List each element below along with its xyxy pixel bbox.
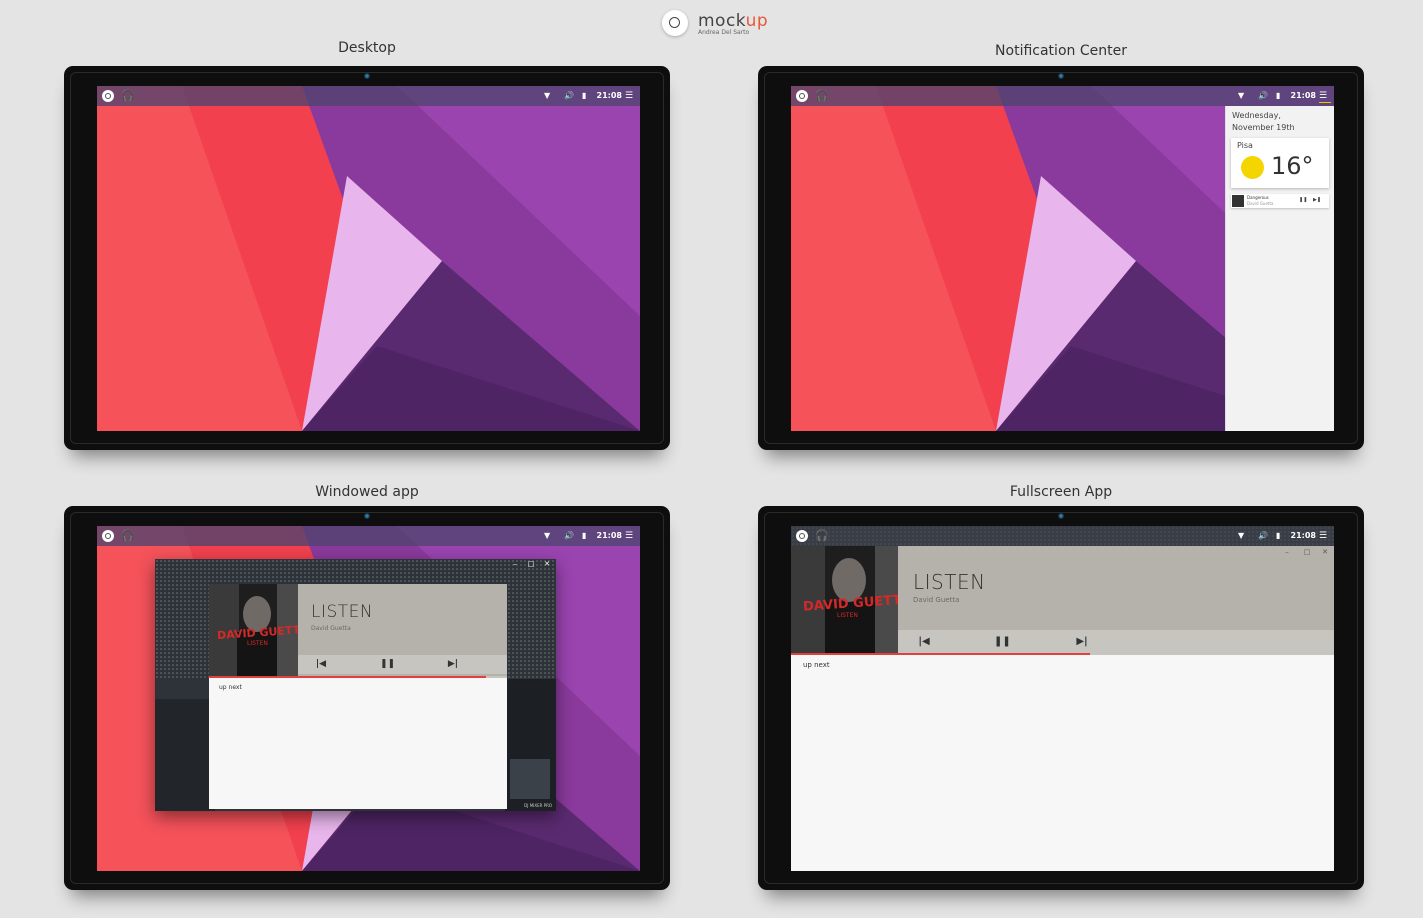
music-app-fullscreen: DAVID GUETTA LISTEN – □ ✕ LISTEN David G…: [791, 546, 1334, 871]
queue-panel: up next: [209, 678, 507, 809]
volume-icon[interactable]: 🔊: [1258, 530, 1270, 542]
screen-desktop: 🎧 ▼ 🔊 ▮ 21:08 ☰: [97, 86, 640, 431]
screen-fullscreen: 🎧 ▼ 🔊 ▮ 21:08 ☰ DAVID GUETTA LISTEN – □ …: [791, 526, 1334, 871]
pause-icon[interactable]: ❚❚: [1299, 197, 1307, 203]
skip-previous-icon[interactable]: |◀: [916, 636, 932, 647]
home-button[interactable]: [102, 530, 114, 542]
tablet-desktop: 🎧 ▼ 🔊 ▮ 21:08 ☰: [64, 66, 670, 450]
date-display: Wednesday, November 19th: [1232, 111, 1295, 132]
camera-icon: [1058, 513, 1064, 519]
sun-icon: [1241, 156, 1264, 179]
track-title: LISTEN: [311, 602, 374, 622]
music-widget[interactable]: Dangerous David Guetta ❚❚ ▶❚: [1231, 194, 1329, 208]
album-art: DAVID GUETTA LISTEN: [209, 584, 298, 676]
player-header: DAVID GUETTA LISTEN – □ ✕ LISTEN David G…: [791, 546, 1334, 654]
camera-icon: [364, 513, 370, 519]
minimize-button[interactable]: –: [508, 560, 522, 569]
brand-author: Andrea Del Sarto: [698, 29, 750, 36]
volume-icon[interactable]: 🔊: [564, 530, 576, 542]
weather-widget[interactable]: Pisa 16°: [1231, 138, 1329, 188]
caption-desktop: Desktop: [338, 40, 396, 56]
screen-notification: 🎧 ▼ 🔊 ▮ 21:08 ☰ Wednesday, November 19th…: [791, 86, 1334, 431]
tablet-notification-center: 🎧 ▼ 🔊 ▮ 21:08 ☰ Wednesday, November 19th…: [758, 66, 1364, 450]
minimize-button[interactable]: –: [1280, 548, 1294, 557]
mockup-logo: mockup Andrea Del Sarto: [660, 8, 780, 38]
track-artist: David Guetta: [913, 596, 960, 604]
caption-windowed-app: Windowed app: [315, 484, 419, 500]
album-art-subtitle: LISTEN: [247, 640, 268, 647]
brand-name: mockup: [698, 11, 769, 31]
notification-panel: Wednesday, November 19th Pisa 16° Danger…: [1225, 106, 1334, 431]
top-bar: 🎧 ▼ 🔊 ▮ 21:08 ☰: [791, 86, 1334, 106]
wifi-icon[interactable]: ▼: [1238, 530, 1250, 542]
up-next-label: up next: [803, 661, 830, 669]
caption-fullscreen-app: Fullscreen App: [1009, 484, 1113, 500]
track-artist: David Guetta: [311, 625, 351, 632]
pause-icon[interactable]: ❚❚: [380, 659, 395, 669]
camera-icon: [364, 73, 370, 79]
headphones-icon[interactable]: 🎧: [815, 530, 829, 542]
queue-panel: up next: [791, 655, 1334, 871]
clock[interactable]: 21:08: [597, 531, 622, 540]
clock[interactable]: 21:08: [1291, 91, 1316, 100]
up-next-label: up next: [219, 684, 242, 691]
headphones-icon[interactable]: 🎧: [121, 530, 135, 542]
album-art-subtitle: LISTEN: [837, 612, 858, 619]
weather-temperature: 16°: [1271, 152, 1314, 180]
maximize-button[interactable]: □: [524, 560, 538, 569]
window-brand-label: DJ MIXER PRO: [524, 803, 552, 808]
tablet-windowed-app: 🎧 ▼ 🔊 ▮ 21:08 ☰ – □ ✕ DAVID GUETTA LISTE…: [64, 506, 670, 890]
skip-next-icon[interactable]: ▶|: [1074, 636, 1090, 647]
skip-next-icon[interactable]: ▶|: [446, 659, 460, 669]
mini-album-art: [1232, 195, 1244, 207]
controls-bar: |◀ ❚❚ ▶|: [298, 655, 507, 674]
screen-windowed: 🎧 ▼ 🔊 ▮ 21:08 ☰ – □ ✕ DAVID GUETTA LISTE…: [97, 526, 640, 871]
pause-icon[interactable]: ❚❚: [994, 636, 1011, 647]
top-bar: 🎧 ▼ 🔊 ▮ 21:08 ☰: [97, 526, 640, 546]
skip-previous-icon[interactable]: |◀: [314, 659, 328, 669]
wifi-icon[interactable]: ▼: [1238, 90, 1250, 102]
battery-icon[interactable]: ▮: [582, 90, 594, 102]
clock[interactable]: 21:08: [597, 91, 622, 100]
menu-icon[interactable]: ☰: [625, 90, 637, 102]
close-button[interactable]: ✕: [540, 560, 554, 569]
controls-bar: |◀ ❚❚ ▶|: [898, 630, 1334, 654]
player-header: DAVID GUETTA LISTEN LISTEN David Guetta …: [209, 584, 507, 676]
volume-icon[interactable]: 🔊: [1258, 90, 1270, 102]
menu-icon[interactable]: ☰: [1319, 90, 1331, 103]
clock[interactable]: 21:08: [1291, 531, 1316, 540]
battery-icon[interactable]: ▮: [1276, 90, 1288, 102]
maximize-button[interactable]: □: [1300, 548, 1314, 557]
logo-circle-icon: [662, 10, 688, 36]
music-app-window[interactable]: – □ ✕ DAVID GUETTA LISTEN LISTEN David G…: [155, 559, 556, 811]
tablet-fullscreen-app: 🎧 ▼ 🔊 ▮ 21:08 ☰ DAVID GUETTA LISTEN – □ …: [758, 506, 1364, 890]
top-bar: 🎧 ▼ 🔊 ▮ 21:08 ☰: [97, 86, 640, 106]
weather-city: Pisa: [1237, 141, 1253, 150]
wifi-icon[interactable]: ▼: [544, 90, 556, 102]
headphones-icon[interactable]: 🎧: [815, 90, 829, 102]
home-button[interactable]: [102, 90, 114, 102]
skip-next-icon[interactable]: ▶❚: [1313, 197, 1321, 203]
volume-icon[interactable]: 🔊: [564, 90, 576, 102]
top-bar: 🎧 ▼ 🔊 ▮ 21:08 ☰: [791, 526, 1334, 546]
wifi-icon[interactable]: ▼: [544, 530, 556, 542]
camera-icon: [1058, 73, 1064, 79]
album-art: DAVID GUETTA LISTEN: [791, 546, 898, 654]
battery-icon[interactable]: ▮: [1276, 530, 1288, 542]
headphones-icon[interactable]: 🎧: [121, 90, 135, 102]
track-title: LISTEN: [913, 570, 986, 594]
home-button[interactable]: [796, 530, 808, 542]
mini-track-artist: David Guetta: [1247, 201, 1274, 206]
home-button[interactable]: [796, 90, 808, 102]
caption-notification-center: Notification Center: [995, 43, 1127, 59]
menu-icon[interactable]: ☰: [625, 530, 637, 542]
wallpaper: [97, 86, 640, 431]
battery-icon[interactable]: ▮: [582, 530, 594, 542]
menu-icon[interactable]: ☰: [1319, 530, 1331, 542]
mini-track-title: Dangerous: [1247, 195, 1269, 200]
close-button[interactable]: ✕: [1318, 548, 1332, 557]
